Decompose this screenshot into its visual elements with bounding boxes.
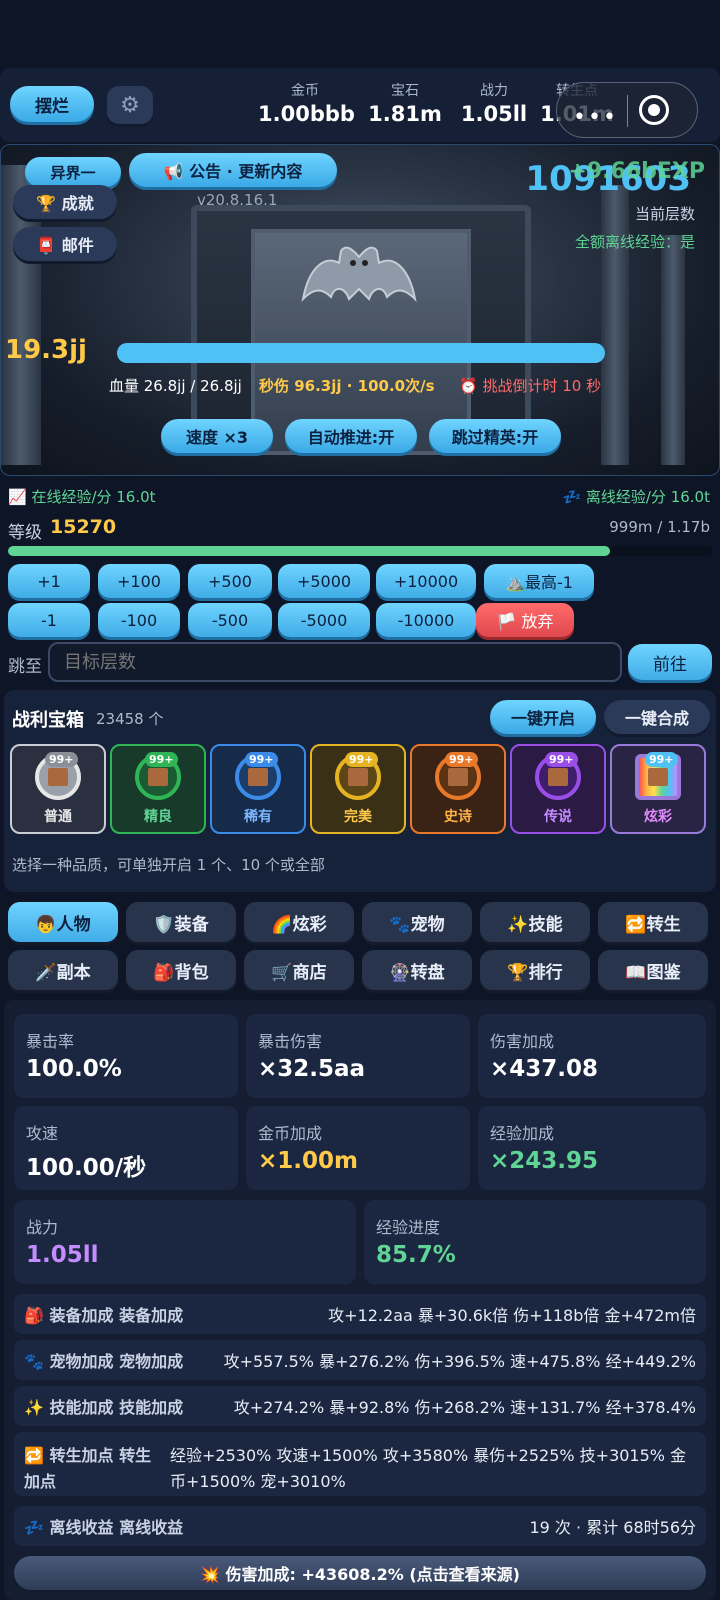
rebirth-bonus-row[interactable]: 🔁 转生加点 转生 加点 经验+2530% 攻速+1500% 攻+3580% 暴… <box>14 1432 706 1496</box>
hp-text: 血量 26.8jj / 26.8jj <box>109 377 242 395</box>
chest-common-icon: 99+ <box>35 752 81 800</box>
more-icon[interactable]: ••• <box>573 105 618 130</box>
floor-label: 当前层数 <box>634 205 695 223</box>
equipment-bonus-row[interactable]: 🎒 装备加成 装备加成 攻+12.2aa 暴+30.6k倍 伤+118b倍 金+4… <box>14 1294 706 1334</box>
layout-button[interactable]: 摆烂 <box>10 86 94 122</box>
chest-fine[interactable]: 99+ 精良 <box>110 744 206 834</box>
step-plus-500[interactable]: +500 <box>188 564 272 598</box>
skip-elite-button[interactable]: 跳过精英:开 <box>429 419 561 453</box>
go-button[interactable]: 前往 <box>628 644 712 680</box>
notice-button[interactable]: 📢 公告 · 更新内容 <box>129 153 337 187</box>
pet-bonus-row[interactable]: 🐾 宠物加成 宠物加成 攻+557.5% 暴+276.2% 伤+396.5% 速+… <box>14 1340 706 1380</box>
chest-count: 23458 个 <box>96 710 164 728</box>
step-max-minus-1[interactable]: ⛰️最高-1 <box>484 564 594 598</box>
dps-text: 秒伤 96.3jj · 100.0次/s <box>259 377 435 395</box>
chest-colorful-icon: 99+ <box>635 752 681 800</box>
step-plus-1[interactable]: +1 <box>8 564 90 598</box>
enemy-hp-fill <box>117 343 605 363</box>
tab-rebirth[interactable]: 🔁转生 <box>598 902 708 942</box>
auto-advance-button[interactable]: 自动推进:开 <box>285 419 417 453</box>
exp-progress-card: 经验进度 85.7% <box>364 1200 706 1284</box>
tab-dungeon[interactable]: 🗡️副本 <box>8 950 118 990</box>
exp-progress-fill <box>8 546 610 556</box>
stat-gold: 金币 1.00bbb <box>258 83 355 126</box>
world-button[interactable]: 异界一 <box>25 157 121 187</box>
version-label: v20.8.16.1 <box>197 191 278 209</box>
step-plus-100[interactable]: +100 <box>98 564 180 598</box>
skill-bonus-row[interactable]: ✨ 技能加成 技能加成 攻+274.2% 暴+92.8% 伤+268.2% 速+1… <box>14 1386 706 1426</box>
tab-wheel[interactable]: 🎡转盘 <box>362 950 472 990</box>
step-minus-500[interactable]: -500 <box>188 603 272 637</box>
merge-all-button[interactable]: 一键合成 <box>604 700 710 734</box>
online-exp-rate: 📈 在线经验/分 16.0t <box>8 488 156 506</box>
chest-title: 战利宝箱 <box>12 710 84 731</box>
speed-button[interactable]: 速度 ×3 <box>161 419 273 453</box>
miniprogram-capsule: ••• <box>556 82 698 138</box>
challenge-countdown: ⏰ 挑战倒计时 10 秒 <box>459 377 602 395</box>
tab-skills[interactable]: ✨技能 <box>480 902 590 942</box>
chest-hint: 选择一种品质，可单独开启 1 个、10 个或全部 <box>12 856 325 874</box>
attack-speed-card: 攻速 100.00/秒 <box>14 1106 238 1190</box>
open-all-button[interactable]: 一键开启 <box>490 700 596 734</box>
offline-exp-rate: 💤 离线经验/分 16.0t <box>562 488 710 506</box>
chest-colorful[interactable]: 99+ 炫彩 <box>610 744 706 834</box>
capsule-divider <box>627 95 628 127</box>
tab-pets[interactable]: 🐾宠物 <box>362 902 472 942</box>
tab-shop[interactable]: 🛒商店 <box>244 950 354 990</box>
tab-bag[interactable]: 🎒背包 <box>126 950 236 990</box>
tab-codex[interactable]: 📖图鉴 <box>598 950 708 990</box>
chest-perfect[interactable]: 99+ 完美 <box>310 744 406 834</box>
pipe <box>601 185 629 465</box>
chest-epic[interactable]: 99+ 史诗 <box>410 744 506 834</box>
chest-fine-icon: 99+ <box>135 752 181 800</box>
close-icon[interactable] <box>639 95 669 125</box>
step-minus-100[interactable]: -100 <box>98 603 180 637</box>
step-plus-10000[interactable]: +10000 <box>376 564 476 598</box>
step-minus-5000[interactable]: -5000 <box>278 603 370 637</box>
tab-equipment[interactable]: 🛡️装备 <box>126 902 236 942</box>
enemy-hp-bar <box>117 343 605 363</box>
chest-legendary[interactable]: 99+ 传说 <box>510 744 606 834</box>
gear-icon[interactable]: ⚙ <box>107 86 153 124</box>
tab-ranking[interactable]: 🏆排行 <box>480 950 590 990</box>
damage-bonus-card: 伤害加成 ×437.08 <box>478 1014 706 1098</box>
mail-button[interactable]: 📮 邮件 <box>13 227 117 261</box>
exp-bonus-card: 经验加成 ×243.95 <box>478 1106 706 1190</box>
level-value: 15270 <box>50 516 117 538</box>
power-card: 战力 1.05ll <box>14 1200 356 1284</box>
gold-bonus-card: 金币加成 ×1.00m <box>246 1106 470 1190</box>
step-minus-1[interactable]: -1 <box>8 603 90 637</box>
achievement-button[interactable]: 🏆 成就 <box>13 185 117 219</box>
offline-full-exp: 全额离线经验：是 <box>574 233 695 251</box>
chest-rare[interactable]: 99+ 稀有 <box>210 744 306 834</box>
exp-progress-bar <box>8 546 712 556</box>
abandon-button[interactable]: 🏳️ 放弃 <box>476 603 574 637</box>
level-label: 等级 <box>8 523 42 543</box>
chest-epic-icon: 99+ <box>435 752 481 800</box>
exp-gain-popup: +9.66bEXP <box>568 159 705 184</box>
stat-gems: 宝石 1.81m <box>368 83 442 126</box>
step-minus-10000[interactable]: -10000 <box>376 603 476 637</box>
offline-income-row[interactable]: 💤 离线收益 离线收益 19 次 · 累计 68时56分 <box>14 1506 706 1546</box>
crit-rate-card: 暴击率 100.0% <box>14 1014 238 1098</box>
bat-enemy-icon[interactable] <box>301 237 417 323</box>
exp-progress-text: 999m / 1.17b <box>609 518 710 536</box>
jump-label: 跳至 <box>8 657 42 677</box>
step-plus-5000[interactable]: +5000 <box>278 564 370 598</box>
stat-power: 战力 1.05ll <box>460 83 528 126</box>
tab-character[interactable]: 👦人物 <box>8 902 118 942</box>
damage-popup: 19.3jj <box>5 335 87 365</box>
chest-rare-icon: 99+ <box>235 752 281 800</box>
target-floor-input[interactable] <box>48 642 622 682</box>
crit-damage-card: 暴击伤害 ×32.5aa <box>246 1014 470 1098</box>
battle-scene: 异界一 📢 公告 · 更新内容 🏆 成就 📮 邮件 v20.8.16.1 109… <box>0 144 720 476</box>
tab-colorful[interactable]: 🌈炫彩 <box>244 902 354 942</box>
chest-common[interactable]: 99+ 普通 <box>10 744 106 834</box>
chest-perfect-icon: 99+ <box>335 752 381 800</box>
chest-legendary-icon: 99+ <box>535 752 581 800</box>
pipe <box>661 235 685 465</box>
damage-bonus-source-button[interactable]: 💥 伤害加成: +43608.2% (点击查看来源) <box>14 1556 706 1590</box>
